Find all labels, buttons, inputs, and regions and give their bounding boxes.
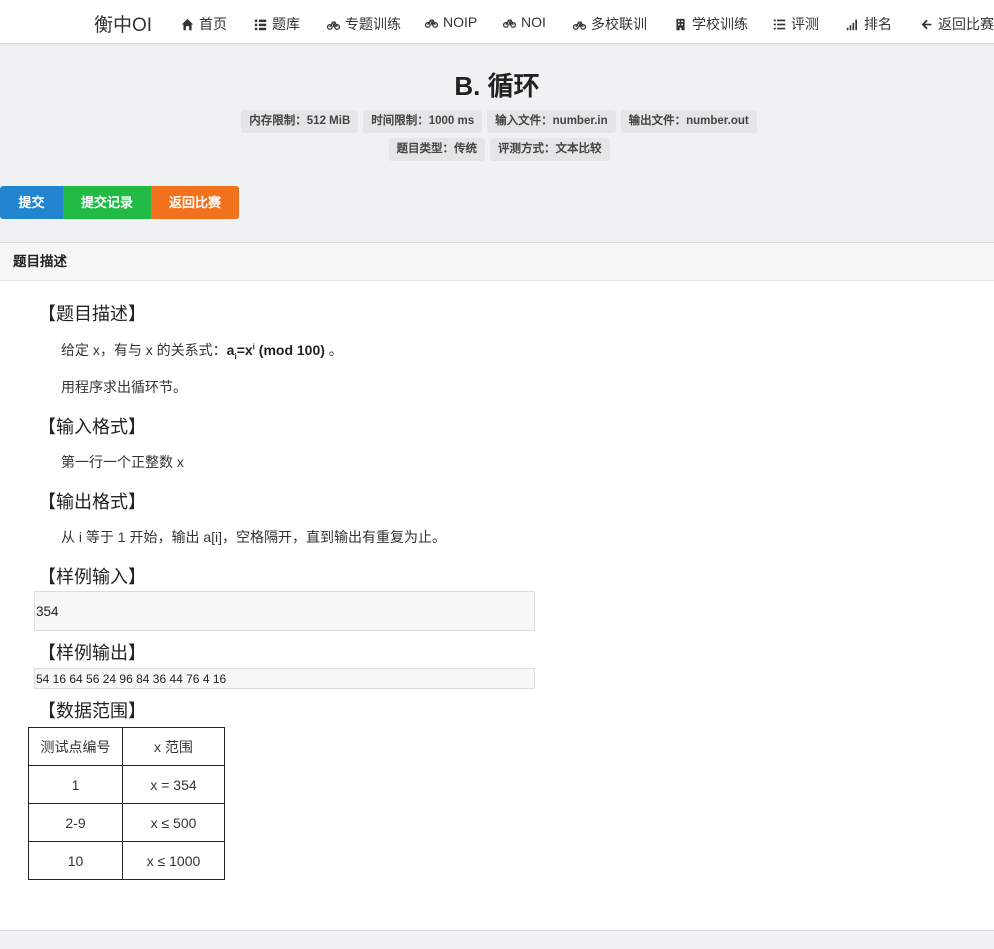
input-file-label: 输入文件：number.in (487, 110, 616, 133)
output-file-label: 输出文件：number.out (620, 110, 757, 133)
desc-text-2: 用程序求出循环节。 (61, 379, 187, 395)
time-limit-label: 时间限制：1000 ms (363, 110, 483, 133)
top-navbar: 衡中OI 首页 题库 专题训练 NOIP NOI 多校联训 学校训练 评测 排名… (0, 0, 994, 44)
building-icon (676, 18, 685, 30)
problem-title: B. 循环 (454, 71, 540, 101)
input-text: 第一行一个正整数 x (61, 454, 184, 470)
nav-noi[interactable]: NOI (503, 14, 546, 30)
nav-topic-training[interactable]: 专题训练 (327, 14, 401, 34)
memory-limit-label: 内存限制：512 MiB (241, 110, 359, 133)
nav-judge[interactable]: 评测 (773, 14, 819, 34)
home-icon (181, 18, 194, 30)
table-header-cell: 测试点编号 (28, 727, 123, 766)
list-icon (254, 19, 267, 30)
nav-noip[interactable]: NOIP (425, 14, 477, 30)
output-section-title: 【输出格式】 (38, 492, 146, 512)
problem-meta-row-2: 题目类型：传统 评测方式：文本比较 (2, 138, 994, 161)
sample-output-title: 【样例输出】 (38, 643, 146, 663)
desc-section-title: 【题目描述】 (38, 304, 146, 324)
formula: ai=xi (mod 100) (226, 342, 325, 361)
sample-input-title: 【样例输入】 (38, 567, 146, 587)
sample-input-box: 354 (34, 591, 535, 631)
table-cell: x ≤ 1000 (122, 841, 225, 880)
action-buttons: 提交 提交记录 返回比赛 (0, 186, 239, 219)
nav-problems[interactable]: 题库 (254, 14, 300, 34)
data-range-title: 【数据范围】 (38, 701, 146, 721)
arrow-left-icon (921, 19, 932, 29)
output-text: 从 i 等于 1 开始，输出 a[i]，空格隔开，直到输出有重复为止。 (61, 529, 447, 545)
table-cell: 1 (28, 765, 123, 804)
table-cell: 2-9 (28, 803, 123, 842)
bicycle-icon (425, 18, 438, 28)
panel-header: 题目描述 (0, 243, 994, 281)
table-cell: 10 (28, 841, 123, 880)
brand-logo[interactable]: 衡中OI (94, 10, 152, 37)
bicycle-icon (503, 18, 516, 28)
data-range-table: 测试点编号 x 范围 1 x = 354 2-9 x ≤ 500 10 x ≤ … (28, 727, 225, 880)
table-cell: x ≤ 500 (122, 803, 225, 842)
judge-method-label: 评测方式：文本比较 (490, 138, 610, 161)
ordered-list-icon (773, 19, 786, 29)
problem-type-label: 题目类型：传统 (388, 138, 485, 161)
signal-icon (846, 19, 857, 30)
table-row: 10 x ≤ 1000 (28, 841, 225, 880)
desc-text: 给定 x，有与 x 的关系式：ai=xi (mod 100) 。 (61, 342, 343, 361)
input-section-title: 【输入格式】 (38, 417, 146, 437)
sample-output-box: 54 16 64 56 24 96 84 36 44 76 4 16 (34, 668, 535, 689)
table-cell: x = 354 (122, 765, 225, 804)
table-row: 2-9 x ≤ 500 (28, 803, 225, 842)
bicycle-icon (573, 20, 586, 30)
submit-button[interactable]: 提交 (0, 186, 63, 219)
problem-meta-row: 内存限制：512 MiB 时间限制：1000 ms 输入文件：number.in… (2, 110, 994, 133)
submission-records-button[interactable]: 提交记录 (63, 186, 151, 219)
table-row: 1 x = 354 (28, 765, 225, 804)
nav-multi-school[interactable]: 多校联训 (573, 14, 647, 34)
problem-description-panel: 题目描述 【题目描述】 给定 x，有与 x 的关系式：ai=xi (mod 10… (0, 242, 994, 931)
table-header-row: 测试点编号 x 范围 (28, 727, 225, 766)
table-header-cell: x 范围 (122, 727, 225, 766)
bicycle-icon (327, 20, 340, 30)
nav-back-to-contest[interactable]: 返回比赛 (920, 14, 994, 34)
back-to-contest-button[interactable]: 返回比赛 (151, 186, 239, 219)
nav-school-training[interactable]: 学校训练 (674, 14, 748, 34)
nav-home[interactable]: 首页 (181, 14, 227, 34)
nav-ranking[interactable]: 排名 (846, 14, 892, 34)
